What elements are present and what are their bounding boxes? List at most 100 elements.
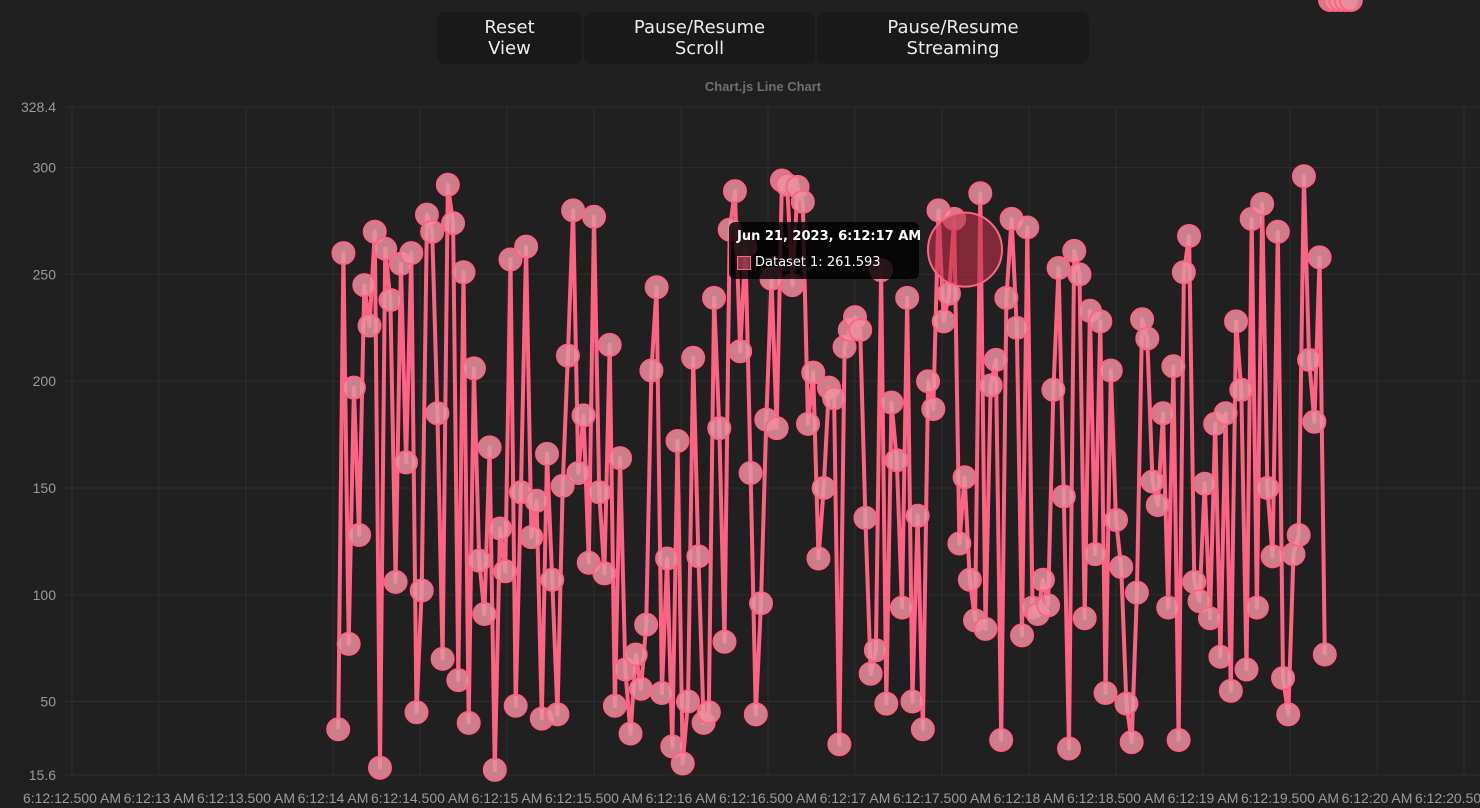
data-point[interactable] — [461, 356, 486, 381]
data-point[interactable] — [571, 403, 596, 428]
data-point[interactable] — [790, 189, 815, 214]
data-point[interactable] — [399, 241, 424, 266]
data-point[interactable] — [889, 595, 914, 620]
data-point[interactable] — [973, 616, 998, 641]
data-point[interactable] — [451, 260, 476, 285]
data-point[interactable] — [858, 661, 883, 686]
data-point[interactable] — [367, 755, 392, 780]
data-point[interactable] — [702, 285, 727, 310]
data-point[interactable] — [1166, 727, 1191, 752]
data-point[interactable] — [994, 285, 1019, 310]
data-point[interactable] — [921, 396, 946, 421]
data-point[interactable] — [811, 475, 836, 500]
data-point[interactable] — [1250, 191, 1275, 216]
data-point[interactable] — [524, 488, 549, 513]
data-point[interactable] — [383, 569, 408, 594]
data-point[interactable] — [326, 717, 351, 742]
data-point[interactable] — [952, 465, 977, 490]
data-point[interactable] — [503, 693, 528, 718]
data-point[interactable] — [722, 179, 747, 204]
data-point[interactable] — [1010, 623, 1035, 648]
data-point[interactable] — [764, 416, 789, 441]
data-point[interactable] — [1083, 542, 1108, 567]
data-point[interactable] — [1208, 644, 1233, 669]
data-point[interactable] — [848, 317, 873, 342]
data-point[interactable] — [1046, 256, 1071, 281]
data-point[interactable] — [1104, 508, 1128, 533]
data-point[interactable] — [743, 702, 768, 727]
data-point[interactable] — [341, 375, 366, 400]
data-point[interactable] — [1244, 595, 1269, 620]
data-point[interactable] — [675, 689, 700, 714]
data-point[interactable] — [1051, 484, 1076, 509]
data-point[interactable] — [1177, 223, 1202, 248]
data-point[interactable] — [336, 631, 361, 656]
data-point[interactable] — [1114, 691, 1139, 716]
data-point[interactable] — [1286, 522, 1311, 547]
data-point[interactable] — [686, 544, 711, 569]
data-point[interactable] — [472, 601, 497, 626]
data-point[interactable] — [1088, 309, 1113, 334]
data-point[interactable] — [895, 285, 920, 310]
hovered-data-point[interactable] — [927, 211, 1003, 288]
data-point[interactable] — [1192, 471, 1217, 496]
data-point[interactable] — [1004, 315, 1029, 340]
data-point[interactable] — [947, 531, 972, 556]
data-point[interactable] — [467, 548, 492, 573]
data-point[interactable] — [1135, 326, 1160, 351]
data-point[interactable] — [822, 386, 847, 411]
data-point[interactable] — [1302, 409, 1327, 434]
data-point[interactable] — [592, 561, 617, 586]
data-point[interactable] — [597, 332, 622, 357]
data-point[interactable] — [1218, 678, 1243, 703]
data-point[interactable] — [456, 710, 481, 735]
data-point[interactable] — [582, 204, 606, 229]
data-point[interactable] — [488, 516, 513, 541]
data-point[interactable] — [905, 503, 930, 528]
data-point[interactable] — [628, 676, 653, 701]
data-point[interactable] — [655, 546, 680, 571]
data-point[interactable] — [441, 211, 466, 236]
data-point[interactable] — [853, 505, 878, 530]
data-point[interactable] — [1072, 606, 1097, 631]
data-point[interactable] — [978, 373, 1003, 398]
data-point[interactable] — [863, 638, 888, 663]
data-point[interactable] — [696, 700, 721, 725]
data-point[interactable] — [1036, 593, 1061, 618]
data-point[interactable] — [1297, 347, 1322, 372]
data-point[interactable] — [968, 181, 993, 206]
data-point[interactable] — [1156, 595, 1181, 620]
data-point[interactable] — [707, 416, 732, 441]
data-point[interactable] — [1098, 358, 1123, 383]
data-point[interactable] — [1161, 354, 1186, 379]
data-point[interactable] — [1312, 642, 1337, 667]
data-point[interactable] — [425, 401, 450, 426]
data-point[interactable] — [545, 702, 570, 727]
data-point[interactable] — [1255, 475, 1280, 500]
data-point[interactable] — [1150, 401, 1175, 426]
data-point[interactable] — [1067, 262, 1092, 287]
data-point[interactable] — [796, 411, 821, 436]
data-point[interactable] — [1062, 238, 1087, 263]
data-point[interactable] — [566, 461, 591, 486]
data-point[interactable] — [618, 721, 643, 746]
data-point[interactable] — [639, 358, 664, 383]
data-point[interactable] — [884, 448, 909, 473]
data-point[interactable] — [331, 241, 356, 266]
data-point[interactable] — [519, 525, 544, 550]
data-point[interactable] — [644, 275, 669, 300]
data-point[interactable] — [446, 668, 471, 693]
data-point[interactable] — [477, 435, 502, 460]
data-point[interactable] — [535, 441, 560, 466]
data-point[interactable] — [681, 345, 706, 370]
data-point[interactable] — [435, 172, 460, 197]
data-point[interactable] — [1265, 219, 1290, 244]
line-chart[interactable]: Chart.js Line Chart 328.4 300 250 200 150 100… — [0, 0, 1480, 808]
data-point[interactable] — [1197, 606, 1222, 631]
data-point[interactable] — [712, 629, 737, 654]
data-point[interactable] — [1271, 666, 1296, 691]
data-point[interactable] — [1229, 377, 1254, 402]
data-point[interactable] — [587, 480, 612, 505]
data-point[interactable] — [916, 369, 941, 394]
data-point[interactable] — [394, 450, 419, 475]
